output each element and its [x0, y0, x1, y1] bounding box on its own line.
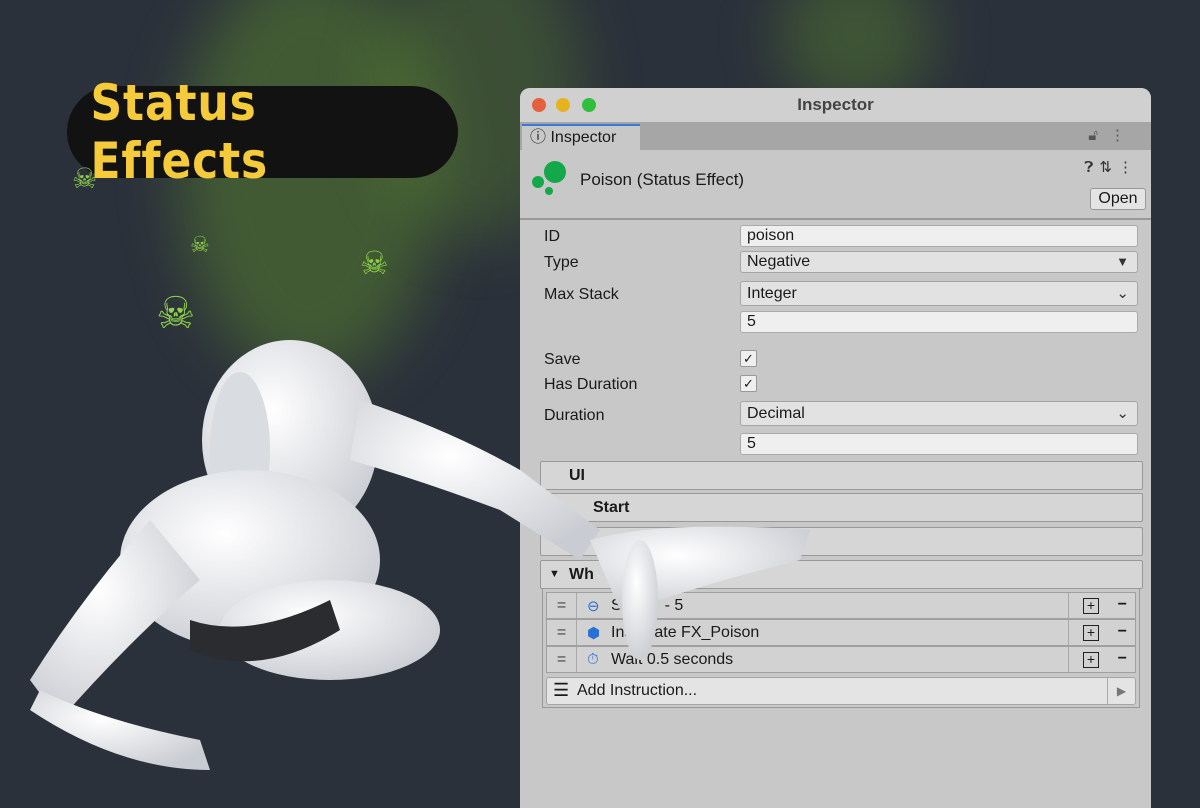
robot-figure	[30, 340, 810, 770]
